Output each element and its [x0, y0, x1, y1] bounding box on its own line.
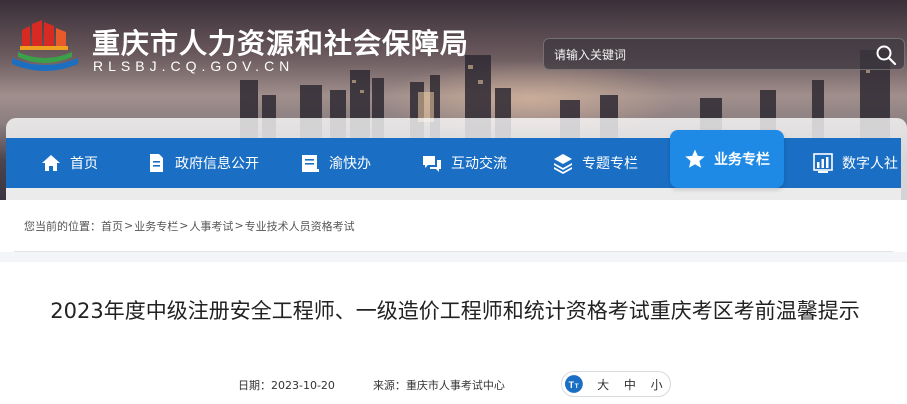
svg-text:T: T: [575, 383, 579, 390]
breadcrumb-separator: >: [179, 219, 189, 232]
article: 2023年度中级注册安全工程师、一级造价工程师和统计资格考试重庆考区考前温馨提示…: [0, 262, 907, 404]
breadcrumb-separator: >: [234, 219, 244, 232]
article-meta: 日期： 2023-10-20 来源： 重庆市人事考试中心: [238, 373, 505, 397]
chart-icon: [813, 153, 833, 173]
article-title: 2023年度中级注册安全工程师、一级造价工程师和统计资格考试重庆考区考前温馨提示: [50, 299, 860, 323]
font-size-medium-button[interactable]: 中: [617, 376, 644, 393]
home-icon: [42, 155, 60, 171]
site-domain: RLSBJ.CQ.GOV.CN: [93, 58, 295, 74]
search-icon[interactable]: [874, 43, 898, 67]
font-size-small-button[interactable]: 小: [643, 376, 670, 393]
source-label: 来源：: [372, 379, 406, 392]
search-box: [543, 38, 905, 70]
document-icon: [150, 154, 163, 172]
source-value: 重庆市人事考试中心: [405, 379, 505, 392]
nav-item-digital-hr[interactable]: 数字人社: [812, 138, 898, 188]
breadcrumb-link-home[interactable]: 首页: [101, 218, 123, 234]
nav-label: 专题专栏: [582, 156, 638, 172]
site-title: 重庆市人力资源和社会保障局: [92, 27, 470, 60]
nav-item-gov-info[interactable]: 政府信息公开: [145, 138, 259, 188]
nav-item-business[interactable]: 业务专栏: [670, 130, 784, 188]
breadcrumb: 您当前的位置： 首页 > 业务专栏 > 人事考试 > 专业技术人员资格考试: [14, 200, 893, 252]
font-size-icon: T T: [565, 375, 583, 393]
book-icon: [302, 155, 319, 172]
breadcrumb-link-exam[interactable]: 人事考试: [189, 218, 233, 234]
layers-icon: [554, 154, 572, 174]
section-gap: [0, 252, 907, 262]
breadcrumb-prefix: 您当前的位置：: [24, 219, 101, 233]
nav-label: 数字人社: [842, 156, 898, 172]
breadcrumb-link-qualification[interactable]: 专业技术人员资格考试: [245, 218, 355, 234]
bureau-logo: [12, 20, 78, 71]
nav-item-interaction[interactable]: 互动交流: [421, 138, 507, 188]
search-input[interactable]: [554, 43, 854, 67]
chat-icon: [423, 156, 441, 172]
nav-label: 首页: [70, 156, 98, 172]
nav-item-home[interactable]: 首页: [40, 138, 98, 188]
nav-label: 业务专栏: [714, 152, 770, 168]
star-icon: [685, 149, 705, 168]
svg-text:T: T: [569, 380, 575, 390]
banner-bottom-strip: [6, 188, 901, 200]
date-label: 日期：: [238, 379, 271, 392]
breadcrumb-link-business[interactable]: 业务专栏: [134, 218, 178, 234]
nav-label: 渝快办: [329, 156, 371, 172]
nav-label: 政府信息公开: [175, 156, 259, 172]
nav-item-special-topics[interactable]: 专题专栏: [552, 138, 638, 188]
date-value: 2023-10-20: [271, 378, 335, 392]
font-size-large-button[interactable]: 大: [590, 376, 617, 393]
nav-item-yukuaiban[interactable]: 渝快办: [299, 138, 371, 188]
breadcrumb-separator: >: [124, 219, 134, 232]
font-size-control: T T 大 中 小: [561, 371, 671, 397]
main-nav: 首页 政府信息公开 渝快办 互动交流 专题专栏 业务专栏 数字人社: [6, 130, 901, 188]
nav-label: 互动交流: [451, 156, 507, 172]
